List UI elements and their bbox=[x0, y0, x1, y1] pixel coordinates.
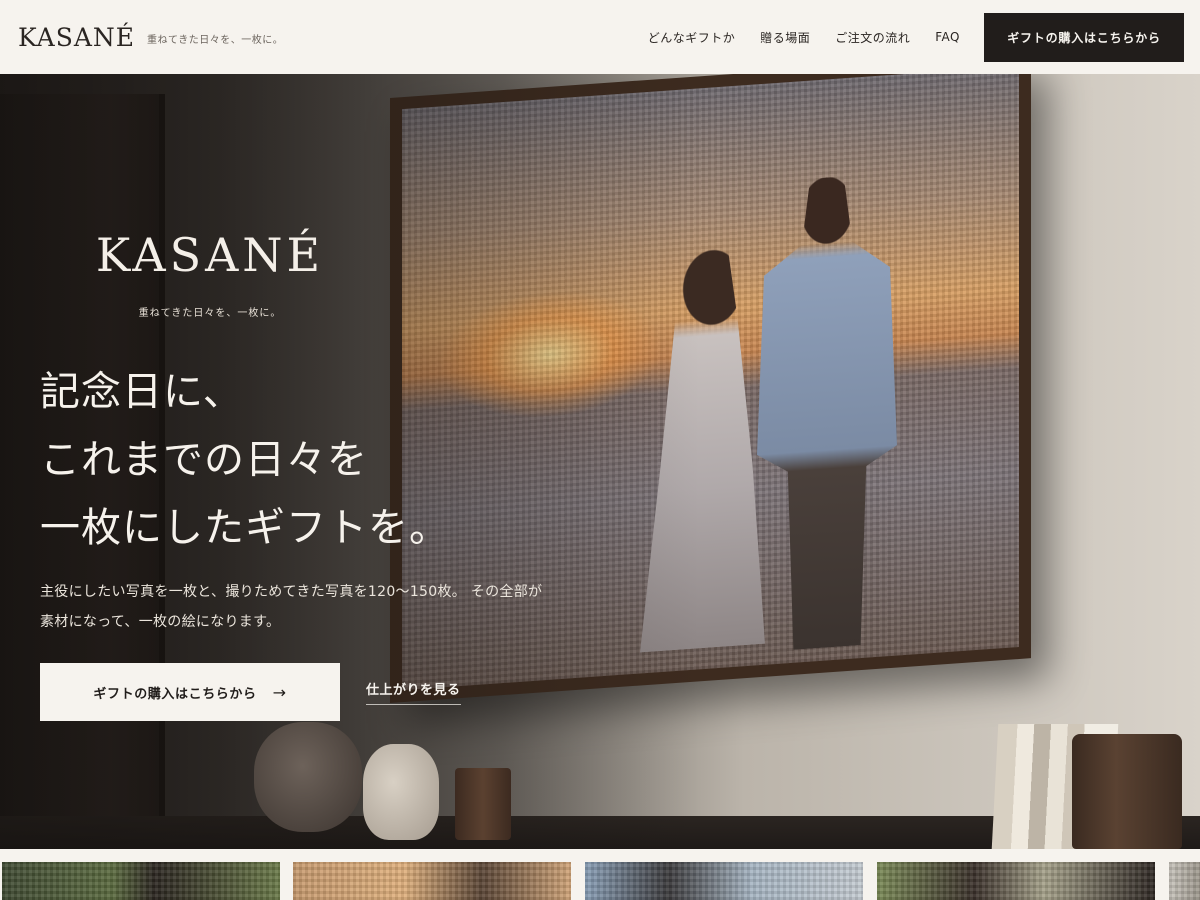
jar-decoration bbox=[1072, 734, 1182, 849]
brand-logo[interactable]: KASANÉ bbox=[18, 23, 135, 52]
sample-thumbnail[interactable] bbox=[877, 862, 1155, 900]
hero-headline-line-1: 記念日に、 bbox=[40, 369, 244, 415]
mosaic-man-figure bbox=[757, 173, 897, 653]
sample-thumbnail[interactable] bbox=[585, 862, 863, 900]
plant-pot-decoration bbox=[254, 722, 362, 832]
hero-headline: 記念日に、 これまでの日々を 一枚にしたギフトを。 bbox=[40, 358, 450, 562]
vase-decoration bbox=[363, 744, 439, 840]
site-header: KASANÉ 重ねてきた日々を、一枚に。 どんなギフトか 贈る場面 ご注文の流れ… bbox=[0, 0, 1200, 74]
sample-thumbnail[interactable] bbox=[293, 862, 571, 900]
nav-item-faq[interactable]: FAQ bbox=[935, 30, 960, 44]
hero-logo: KASANÉ bbox=[95, 228, 325, 282]
hero-purchase-button-label: ギフトの購入はこちらから bbox=[93, 686, 257, 702]
sample-thumbnail[interactable] bbox=[1169, 862, 1200, 900]
hero-headline-line-2: これまでの日々を bbox=[40, 437, 368, 483]
brand-tagline: 重ねてきた日々を、一枚に。 bbox=[147, 34, 284, 46]
arrow-right-icon: → bbox=[272, 682, 287, 702]
sample-thumbnail[interactable] bbox=[2, 862, 280, 900]
header-purchase-button[interactable]: ギフトの購入はこちらから bbox=[984, 12, 1184, 62]
hero-logo-tagline: 重ねてきた日々を、一枚に。 bbox=[138, 308, 282, 319]
view-results-link[interactable]: 仕上がりを見る bbox=[366, 679, 461, 705]
nav-item-order-flow[interactable]: ご注文の流れ bbox=[835, 29, 910, 46]
hero-description-line-1: 主役にしたい写真を一枚と、撮りためてきた写真を120〜150枚。 その全部が bbox=[40, 584, 543, 600]
sample-thumbnails bbox=[0, 862, 1200, 900]
hero-description-line-2: 素材になって、一枚の絵になります。 bbox=[40, 614, 281, 630]
hero-section: KASANÉ 重ねてきた日々を、一枚に。 記念日に、 これまでの日々を 一枚にし… bbox=[0, 74, 1200, 849]
main-nav: どんなギフトか 贈る場面 ご注文の流れ FAQ ギフトの購入はこちらから bbox=[648, 12, 1184, 62]
hero-description: 主役にしたい写真を一枚と、撮りためてきた写真を120〜150枚。 その全部が 素… bbox=[40, 577, 600, 637]
candle-decoration bbox=[455, 768, 511, 840]
nav-item-about-gift[interactable]: どんなギフトか bbox=[648, 29, 736, 46]
hero-headline-line-3: 一枚にしたギフトを。 bbox=[40, 505, 450, 551]
hero-purchase-button[interactable]: ギフトの購入はこちらから → bbox=[40, 663, 340, 721]
nav-item-occasions[interactable]: 贈る場面 bbox=[760, 29, 810, 46]
